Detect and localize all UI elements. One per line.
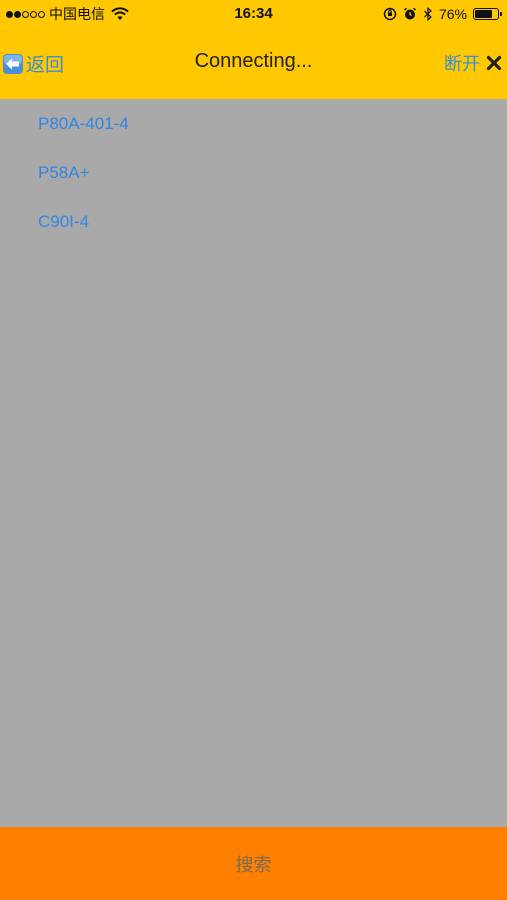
bluetooth-icon [424, 7, 432, 21]
disconnect-button[interactable]: 断开 [444, 50, 502, 76]
orientation-lock-icon [383, 7, 397, 21]
device-item[interactable]: P80A-401-4 [0, 99, 507, 148]
device-item[interactable]: C90I-4 [0, 197, 507, 246]
battery-percent: 76% [438, 6, 467, 22]
disconnect-label: 断开 [444, 54, 480, 74]
device-list: P80A-401-4 P58A+ C90I-4 [0, 99, 507, 246]
nav-bar: 返回 Connecting... 断开 [0, 28, 507, 99]
search-button[interactable]: 搜索 [0, 827, 507, 900]
close-icon [486, 55, 502, 71]
alarm-icon [403, 7, 416, 20]
app-screen: 中国电信 16:34 76% 返回 Connecting... 断开 P80A-… [0, 0, 507, 900]
status-right: 76% [383, 5, 502, 23]
battery-icon [473, 8, 502, 20]
device-item[interactable]: P58A+ [0, 148, 507, 197]
status-bar: 中国电信 16:34 76% [0, 0, 507, 28]
header: 中国电信 16:34 76% 返回 Connecting... 断开 [0, 0, 507, 99]
page-title: Connecting... [194, 50, 313, 72]
search-label: 搜索 [235, 854, 272, 875]
